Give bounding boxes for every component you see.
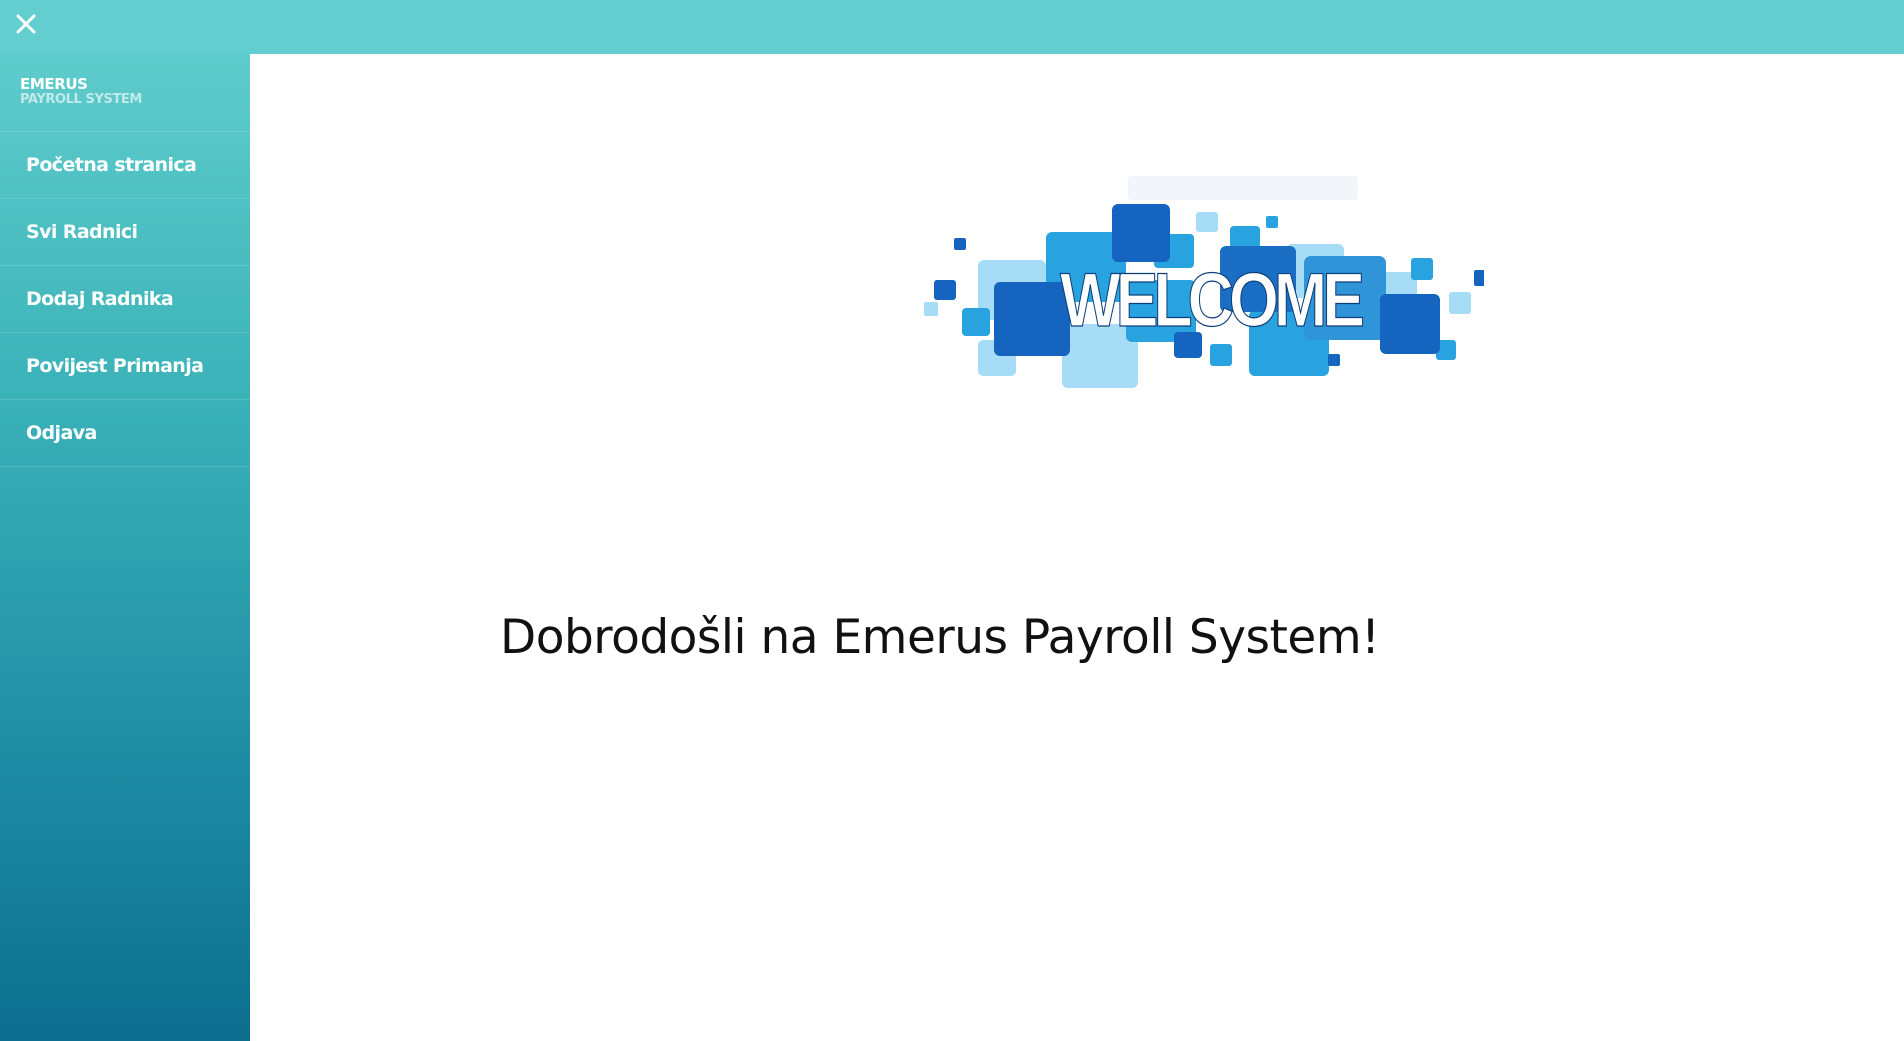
sidebar-item-add-worker[interactable]: Dodaj Radnika [0, 266, 250, 333]
brand: EMERUS PAYROLL SYSTEM [0, 54, 250, 132]
page-title: Dobrodošli na Emerus Payroll System! [500, 610, 1380, 665]
sidebar: EMERUS PAYROLL SYSTEM Početna stranica S… [0, 54, 250, 1041]
brand-name: EMERUS [20, 75, 88, 93]
main-content: WELCOME Dobrodošli na Emerus Payroll Sys… [250, 54, 1904, 1041]
sidebar-item-logout[interactable]: Odjava [0, 400, 250, 467]
welcome-banner-image: WELCOME [924, 176, 1484, 388]
welcome-banner-text: WELCOME [1060, 258, 1363, 343]
sidebar-item-home[interactable]: Početna stranica [0, 132, 250, 199]
sidebar-item-all-workers[interactable]: Svi Radnici [0, 199, 250, 266]
sidebar-item-payment-history[interactable]: Povijest Primanja [0, 333, 250, 400]
top-bar [0, 0, 1904, 54]
close-icon[interactable] [14, 12, 38, 36]
brand-subtitle: PAYROLL SYSTEM [20, 92, 142, 107]
